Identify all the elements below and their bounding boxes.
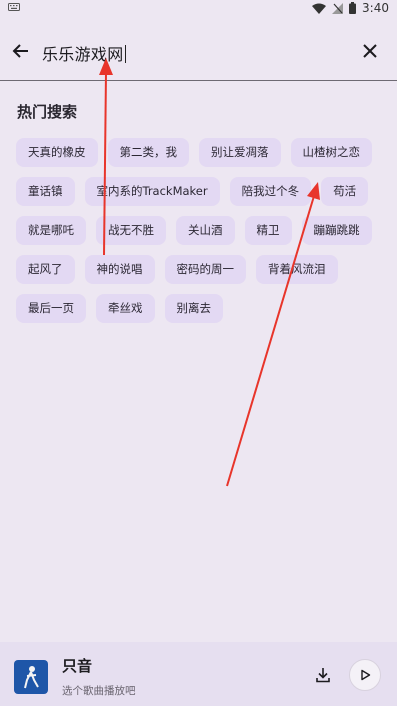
hot-search-tag[interactable]: 起风了: [16, 255, 75, 284]
player-title: 只音: [62, 657, 93, 675]
hot-search-tag[interactable]: 精卫: [244, 216, 292, 245]
status-bar: 3:40: [0, 0, 397, 16]
hot-search-tag[interactable]: 童话镇: [16, 177, 75, 206]
hot-search-tag[interactable]: 关山酒: [176, 216, 235, 245]
search-query: 乐乐游戏网: [42, 45, 124, 64]
keyboard-icon: [8, 3, 20, 11]
tag-row: 起风了 神的说唱 密码的周一 背着风流泪: [16, 255, 386, 284]
hot-search-tag[interactable]: 神的说唱: [84, 255, 155, 284]
tag-row: 就是哪吒 战无不胜 关山酒 精卫 蹦蹦跳跳: [16, 216, 386, 245]
play-button[interactable]: [349, 659, 381, 691]
hot-search-tag[interactable]: 战无不胜: [96, 216, 166, 245]
status-time: 3:40: [362, 1, 389, 15]
play-icon: [361, 669, 371, 681]
hot-search-tags: 天真的橡皮 第二类，我 别让爱凋落 山楂树之恋 童话镇 室内系的TrackMak…: [16, 138, 386, 333]
battery-icon: [349, 2, 357, 14]
text-caret: [124, 45, 126, 63]
hot-search-tag[interactable]: 背着风流泪: [256, 255, 338, 284]
status-icons: 3:40: [312, 1, 389, 15]
close-icon: [363, 44, 377, 58]
hot-search-tag[interactable]: 密码的周一: [164, 255, 246, 284]
hot-search-tag[interactable]: 蹦蹦跳跳: [301, 216, 372, 245]
hot-search-tag[interactable]: 就是哪吒: [16, 216, 86, 245]
hot-search-tag[interactable]: 第二类，我: [107, 138, 189, 167]
hot-search-tag[interactable]: 苟活: [321, 177, 369, 206]
hot-search-tag[interactable]: 别离去: [164, 294, 223, 323]
hot-search-tag[interactable]: 陪我过个冬: [229, 177, 312, 206]
search-input[interactable]: 乐乐游戏网: [42, 41, 126, 65]
search-divider: [0, 80, 397, 81]
back-button[interactable]: [8, 38, 34, 64]
clear-button[interactable]: [357, 38, 383, 64]
hot-search-tag[interactable]: 牵丝戏: [96, 294, 155, 323]
tag-row: 天真的橡皮 第二类，我 别让爱凋落 山楂树之恋: [16, 138, 386, 167]
player-subtitle: 选个歌曲播放吧: [62, 685, 136, 697]
hot-search-tag[interactable]: 别让爱凋落: [199, 138, 281, 167]
mini-player[interactable]: 只音 选个歌曲播放吧: [0, 642, 397, 706]
dancer-icon: [24, 666, 39, 689]
hot-search-tag[interactable]: 最后一页: [16, 294, 86, 323]
arrow-left-icon: [12, 44, 28, 58]
hot-search-tag[interactable]: 室内系的TrackMaker: [84, 177, 220, 206]
download-icon: [316, 668, 330, 683]
wifi-icon: [312, 3, 327, 14]
search-bar: 乐乐游戏网: [0, 28, 397, 74]
download-button[interactable]: [312, 664, 334, 686]
tag-row: 最后一页 牵丝戏 别离去: [16, 294, 386, 323]
hot-search-tag[interactable]: 山楂树之恋: [290, 138, 372, 167]
hot-search-title: 热门搜索: [17, 103, 78, 121]
signal-off-icon: [332, 2, 344, 14]
hot-search-tag[interactable]: 天真的橡皮: [16, 138, 98, 167]
tag-row: 童话镇 室内系的TrackMaker 陪我过个冬 苟活: [16, 177, 386, 206]
album-cover[interactable]: [14, 660, 48, 694]
